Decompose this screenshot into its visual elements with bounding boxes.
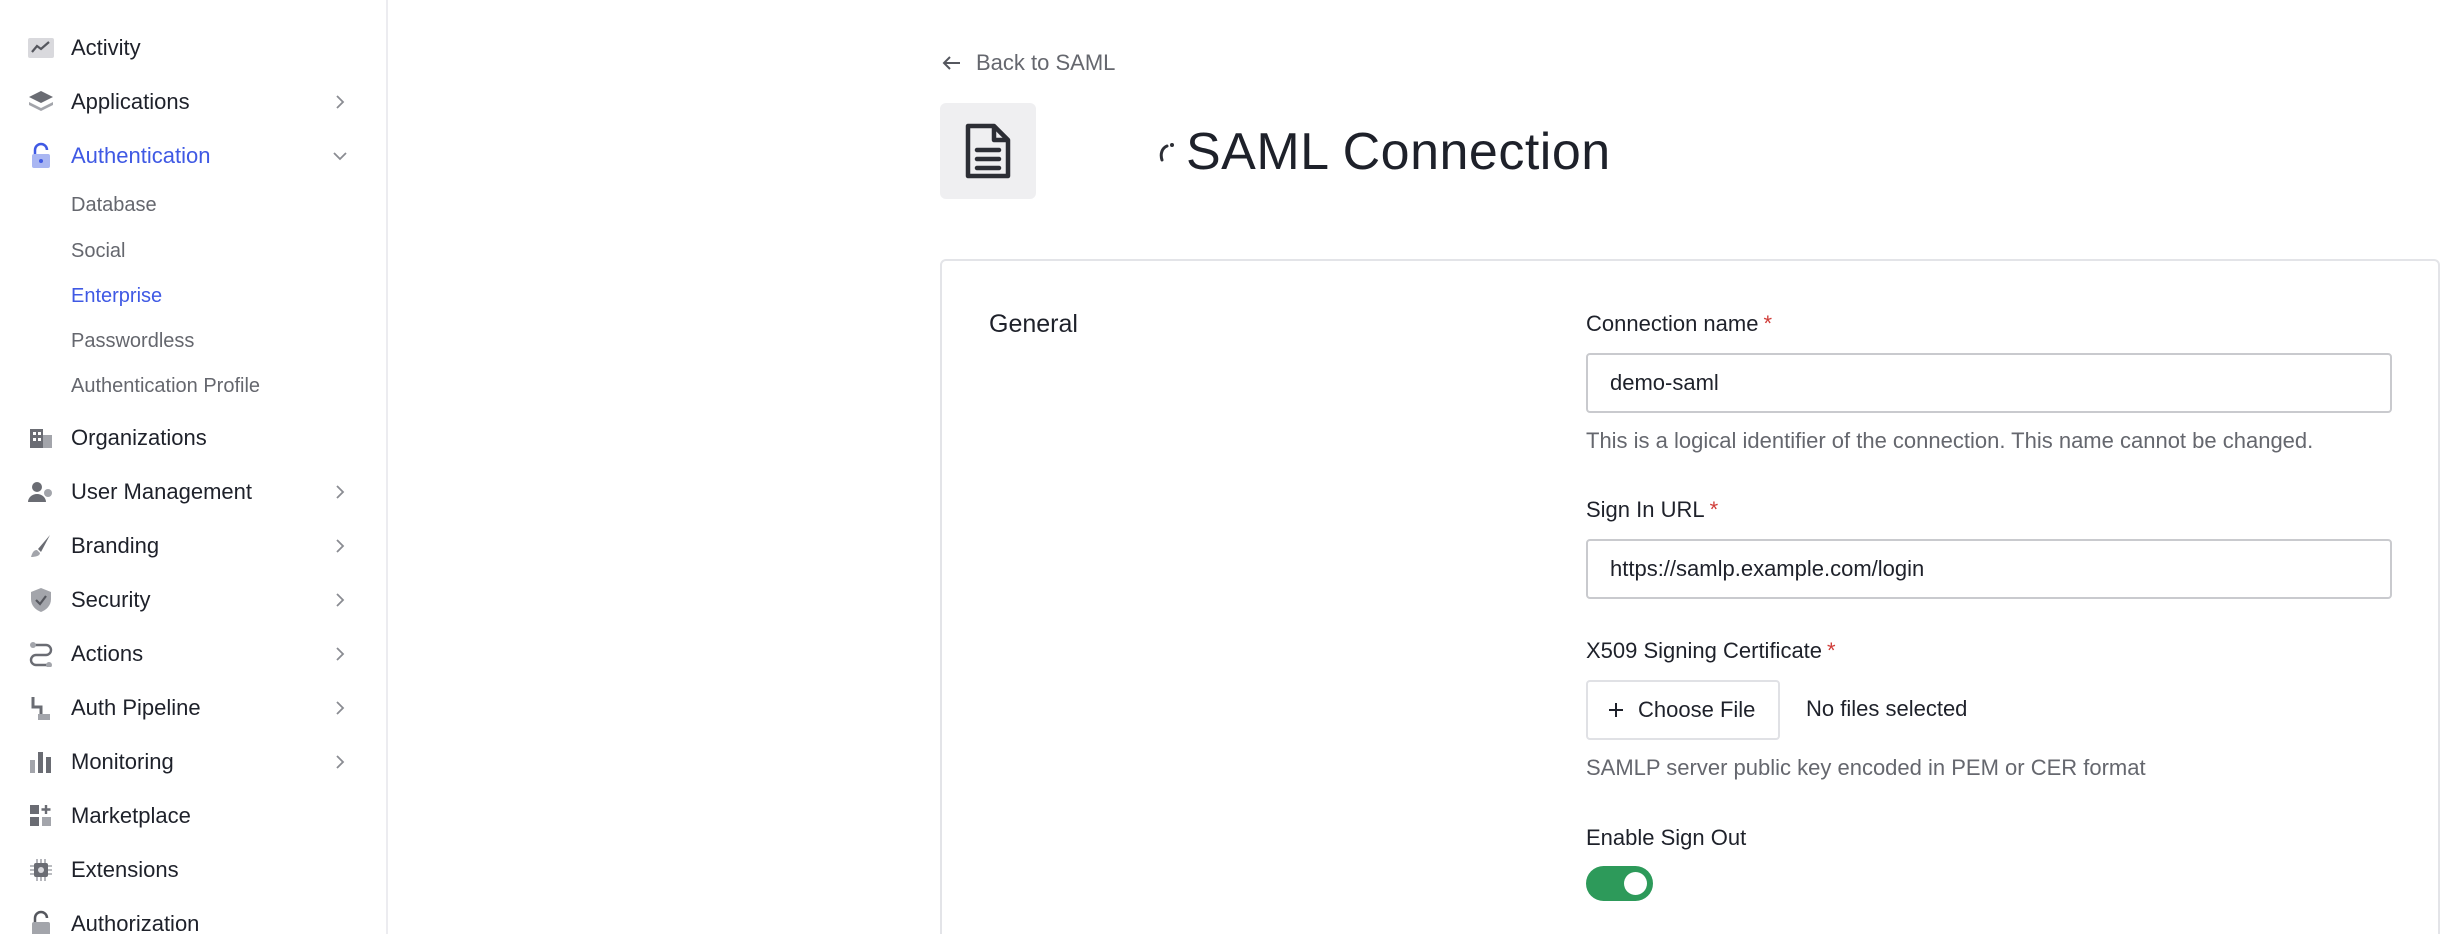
back-to-saml-link[interactable]: Back to SAML (942, 46, 1115, 80)
sidebar-item-auth-pipeline[interactable]: Auth Pipeline (0, 681, 386, 735)
sidebar-item-label: Organizations (71, 425, 207, 450)
sidebar-item-label: Security (71, 587, 151, 612)
pipeline-icon (26, 693, 56, 723)
brush-icon (26, 531, 56, 561)
enable-sign-out-toggle[interactable] (1586, 866, 1653, 901)
document-icon (940, 103, 1036, 199)
chevron-right-icon (330, 644, 350, 664)
sidebar-item-user-management[interactable]: User Management (0, 465, 386, 519)
chevron-right-icon (330, 482, 350, 502)
sidebar: Activity Applications Authentication Dat… (0, 0, 388, 934)
actions-icon (26, 639, 56, 669)
sidebar-item-branding[interactable]: Branding (0, 519, 386, 573)
lock-icon (26, 141, 56, 171)
chevron-right-icon (330, 92, 350, 112)
sidebar-item-label: Applications (71, 89, 190, 114)
chevron-right-icon (330, 536, 350, 556)
sidebar-subitem-authentication-profile[interactable]: Authentication Profile (71, 375, 260, 398)
connection-name-label: Connection name * (1586, 311, 1773, 336)
sign-in-url-input[interactable] (1586, 539, 2392, 599)
sidebar-item-actions[interactable]: Actions (0, 627, 386, 681)
chevron-right-icon (330, 698, 350, 718)
marketplace-icon (26, 801, 56, 831)
arrow-left-icon (942, 55, 962, 71)
sidebar-item-applications[interactable]: Applications (0, 75, 386, 129)
choose-file-label: Choose File (1638, 697, 1756, 722)
sign-in-url-label: Sign In URL * (1586, 497, 1719, 522)
sidebar-item-label: Activity (71, 35, 141, 60)
sidebar-item-security[interactable]: Security (0, 573, 386, 627)
connection-name-input[interactable] (1586, 353, 2392, 413)
certificate-help: SAMLP server public key encoded in PEM o… (1586, 755, 2146, 780)
sidebar-item-marketplace[interactable]: Marketplace (0, 789, 386, 843)
sidebar-item-organizations[interactable]: Organizations (0, 411, 386, 465)
enable-sign-out-label: Enable Sign Out (1586, 825, 1747, 850)
bar-chart-icon (26, 747, 56, 777)
sidebar-subitem-database[interactable]: Database (71, 194, 157, 217)
chevron-right-icon (330, 752, 350, 772)
activity-icon (26, 33, 56, 63)
sidebar-item-authorization[interactable]: Authorization (0, 897, 386, 934)
extensions-icon (26, 855, 56, 885)
page-title: SAML Connection (1186, 123, 1611, 181)
lock-icon (26, 909, 56, 934)
required-mark: * (1827, 638, 1836, 663)
sidebar-subitem-social[interactable]: Social (71, 240, 125, 263)
sidebar-item-label: Authentication (71, 143, 211, 168)
certificate-label: X509 Signing Certificate * (1586, 638, 1836, 663)
sidebar-item-label: User Management (71, 479, 252, 504)
sidebar-item-label: Monitoring (71, 749, 174, 774)
chevron-down-icon (330, 146, 350, 166)
choose-file-button[interactable]: Choose File (1586, 680, 1780, 740)
users-icon (26, 477, 56, 507)
section-title: General (989, 310, 1078, 338)
sidebar-item-authentication[interactable]: Authentication (0, 129, 386, 183)
toggle-knob (1624, 872, 1647, 895)
file-status-text: No files selected (1806, 696, 1968, 721)
connection-name-help: This is a logical identifier of the conn… (1586, 428, 2314, 453)
applications-icon (26, 87, 56, 117)
sidebar-item-activity[interactable]: Activity (0, 21, 386, 75)
sidebar-item-extensions[interactable]: Extensions (0, 843, 386, 897)
building-icon (26, 423, 56, 453)
sidebar-item-label: Actions (71, 641, 144, 666)
sidebar-item-label: Branding (71, 533, 160, 558)
sidebar-item-label: Auth Pipeline (71, 695, 201, 720)
required-mark: * (1763, 311, 1773, 336)
sidebar-item-label: Extensions (71, 857, 179, 882)
required-mark: * (1709, 497, 1719, 522)
shield-icon (26, 585, 56, 615)
chevron-right-icon (330, 590, 350, 610)
sidebar-subitem-enterprise[interactable]: Enterprise (71, 285, 162, 308)
sidebar-subitem-passwordless[interactable]: Passwordless (71, 330, 194, 353)
sidebar-item-label: Marketplace (71, 803, 191, 828)
sidebar-item-monitoring[interactable]: Monitoring (0, 735, 386, 789)
loading-spinner-icon (1158, 140, 1176, 164)
plus-icon (1608, 702, 1624, 718)
back-link-label: Back to SAML (976, 50, 1116, 75)
sidebar-item-label: Authorization (71, 911, 200, 934)
